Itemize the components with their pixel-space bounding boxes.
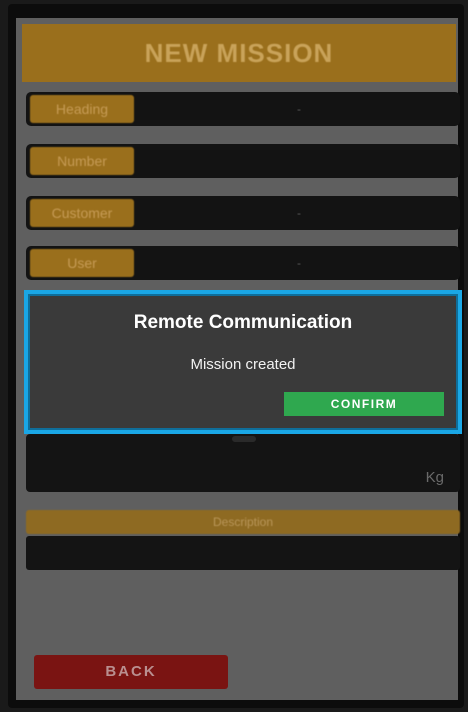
weight-field[interactable]: Kg bbox=[26, 434, 460, 492]
field-label: Heading bbox=[30, 95, 134, 123]
field-number[interactable]: Number bbox=[26, 144, 460, 178]
field-value[interactable]: - bbox=[146, 92, 452, 126]
weight-unit-label: Kg bbox=[425, 469, 444, 486]
field-value[interactable]: - bbox=[146, 246, 452, 280]
field-user[interactable]: User - bbox=[26, 246, 460, 280]
field-value[interactable]: - bbox=[146, 196, 452, 230]
dialog-message: Mission created bbox=[190, 356, 296, 373]
title-bar: NEW MISSION bbox=[22, 24, 456, 82]
field-customer[interactable]: Customer - bbox=[26, 196, 460, 230]
confirm-button[interactable]: CONFIRM bbox=[284, 392, 444, 416]
field-label: Number bbox=[30, 147, 134, 175]
back-button[interactable]: BACK bbox=[34, 655, 228, 689]
dialog-title: Remote Communication bbox=[133, 312, 353, 333]
field-label: Customer bbox=[30, 199, 134, 227]
field-value[interactable] bbox=[146, 144, 452, 178]
description-field[interactable] bbox=[26, 536, 460, 570]
field-heading[interactable]: Heading - bbox=[26, 92, 460, 126]
page-title: NEW MISSION bbox=[144, 37, 334, 68]
notification-dialog: Remote Communication Mission created CON… bbox=[24, 290, 462, 434]
weight-indicator bbox=[232, 436, 256, 442]
description-header: Description bbox=[26, 510, 460, 534]
field-label: User bbox=[30, 249, 134, 277]
